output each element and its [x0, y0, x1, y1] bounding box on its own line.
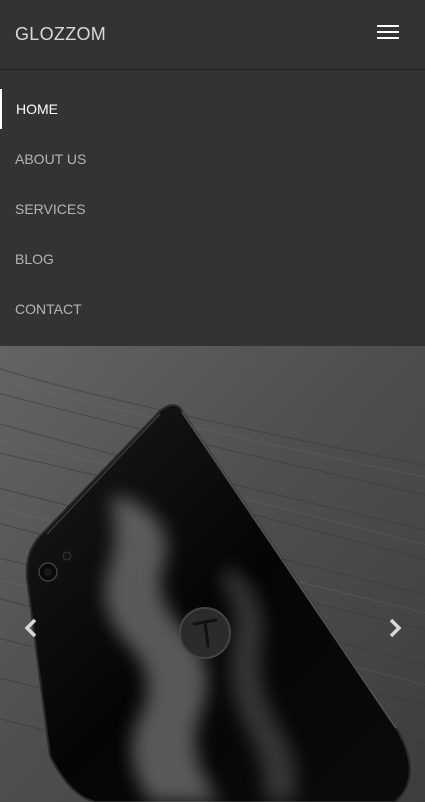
navbar: GLOZZOM: [0, 0, 425, 70]
nav-menu: HOME ABOUT US SERVICES BLOG CONTACT: [0, 71, 425, 346]
hamburger-line: [377, 37, 399, 39]
chevron-right-icon[interactable]: [383, 616, 407, 640]
chevron-left-icon[interactable]: [19, 616, 43, 640]
hero-slide-image: [0, 346, 425, 802]
hamburger-line: [377, 31, 399, 33]
nav-item-home[interactable]: HOME: [0, 89, 425, 129]
brand-logo-text[interactable]: GLOZZOM: [15, 24, 106, 45]
hamburger-line: [377, 25, 399, 27]
nav-item-services[interactable]: SERVICES: [0, 189, 425, 229]
nav-item-contact[interactable]: CONTACT: [0, 289, 425, 329]
hero-carousel: [0, 346, 425, 802]
hamburger-menu-icon[interactable]: [377, 24, 399, 40]
nav-item-blog[interactable]: BLOG: [0, 239, 425, 279]
nav-item-about-us[interactable]: ABOUT US: [0, 139, 425, 179]
